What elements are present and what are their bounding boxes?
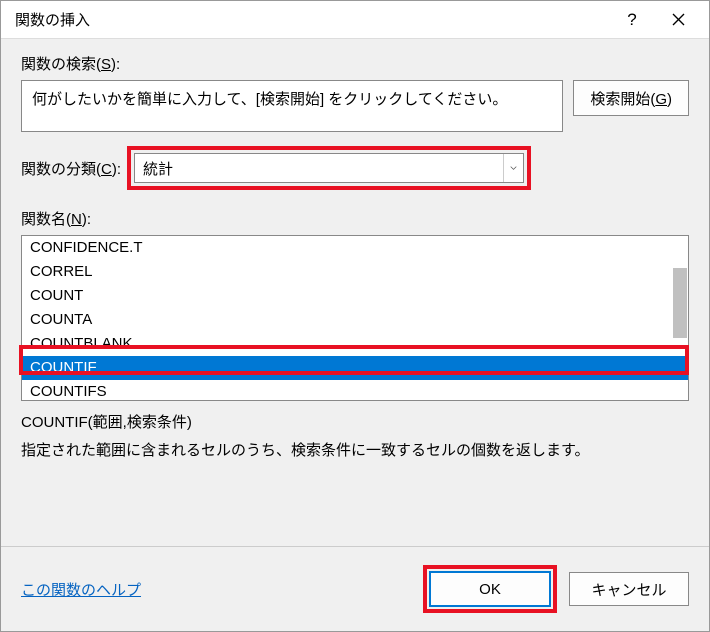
search-input[interactable]: 何がしたいかを簡単に入力して、[検索開始] をクリックしてください。: [21, 80, 563, 132]
insert-function-dialog: 関数の挿入 ? 関数の検索(S): 何がしたいかを簡単に入力して、[検索開始] …: [0, 0, 710, 632]
function-syntax: COUNTIF(範囲,検索条件): [21, 411, 689, 432]
search-row: 何がしたいかを簡単に入力して、[検索開始] をクリックしてください。 検索開始(…: [21, 80, 689, 132]
dialog-title: 関数の挿入: [15, 9, 609, 30]
category-label: 関数の分類(C):: [21, 158, 121, 179]
category-value: 統計: [143, 158, 503, 179]
ok-highlight: OK: [423, 565, 557, 613]
scrollbar-thumb[interactable]: [673, 268, 687, 338]
help-button[interactable]: ?: [609, 4, 655, 36]
titlebar: 関数の挿入 ?: [1, 1, 709, 39]
help-link[interactable]: この関数のヘルプ: [21, 579, 141, 600]
category-highlight: 統計: [127, 146, 531, 190]
list-item[interactable]: CORREL: [22, 260, 688, 284]
category-dropdown[interactable]: 統計: [134, 153, 524, 183]
category-row: 関数の分類(C): 統計: [21, 146, 689, 190]
list-item[interactable]: COUNTIF: [22, 356, 688, 380]
function-description: 指定された範囲に含まれるセルのうち、検索条件に一致するセルの個数を返します。: [21, 440, 689, 463]
close-icon: [672, 13, 685, 26]
dialog-footer: この関数のヘルプ OK キャンセル: [1, 546, 709, 631]
function-name-label: 関数名(N):: [21, 208, 689, 229]
list-item[interactable]: COUNTBLANK: [22, 332, 688, 356]
list-item[interactable]: COUNTA: [22, 308, 688, 332]
go-button[interactable]: 検索開始(G): [573, 80, 689, 116]
function-listbox[interactable]: CONFIDENCE.T CORREL COUNT COUNTA COUNTBL…: [21, 235, 689, 401]
ok-button[interactable]: OK: [430, 572, 550, 606]
list-item[interactable]: COUNTIFS: [22, 380, 688, 401]
search-label: 関数の検索(S):: [21, 53, 689, 74]
close-button[interactable]: [655, 4, 701, 36]
dialog-body: 関数の検索(S): 何がしたいかを簡単に入力して、[検索開始] をクリックしてく…: [1, 39, 709, 546]
chevron-down-icon: [503, 154, 523, 182]
cancel-button[interactable]: キャンセル: [569, 572, 689, 606]
list-item[interactable]: CONFIDENCE.T: [22, 236, 688, 260]
function-listbox-container: CONFIDENCE.T CORREL COUNT COUNTA COUNTBL…: [21, 235, 689, 401]
list-item[interactable]: COUNT: [22, 284, 688, 308]
